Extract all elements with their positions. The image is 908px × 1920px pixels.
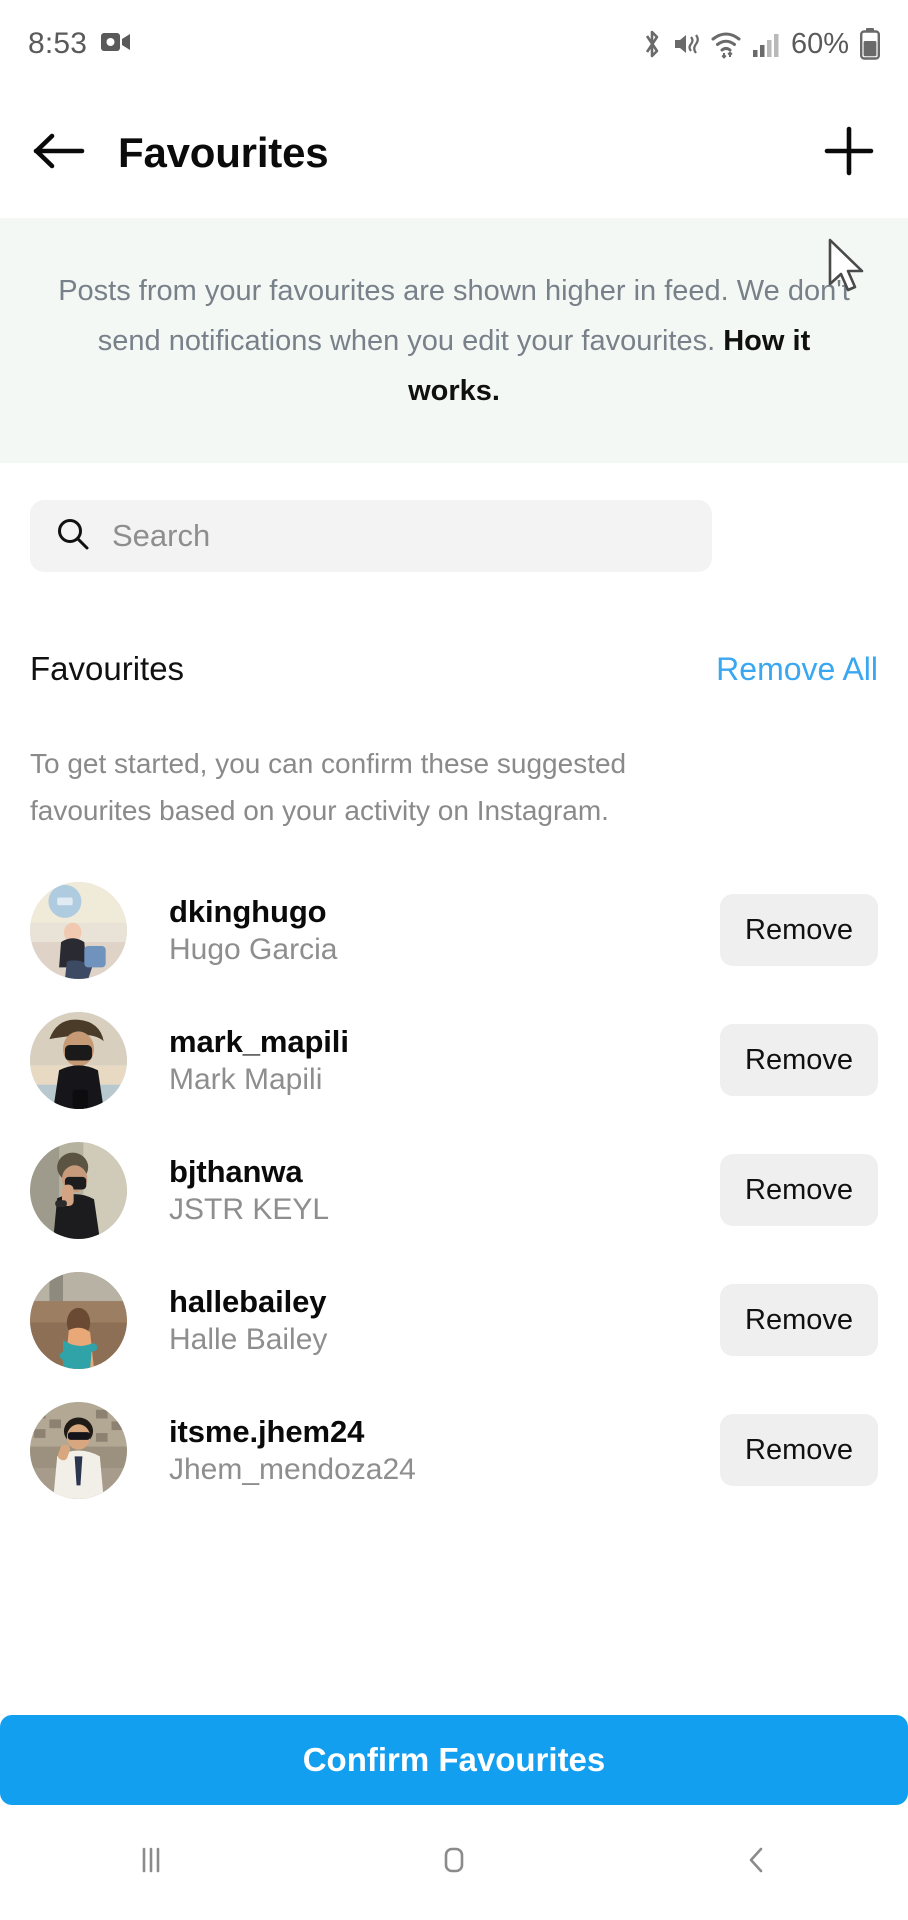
status-bar-right: 60% [641, 28, 880, 61]
remove-button[interactable]: Remove [720, 1154, 878, 1226]
avatar[interactable] [30, 1011, 127, 1109]
search-input[interactable]: Search [112, 518, 210, 554]
back-chevron-icon [738, 1841, 776, 1884]
wifi-icon [711, 29, 743, 59]
list-item[interactable]: mark_mapili Mark Mapili Remove [0, 995, 908, 1125]
user-names: mark_mapili Mark Mapili [169, 1024, 349, 1097]
fullname: Jhem_mendoza24 [169, 1452, 416, 1486]
remove-button[interactable]: Remove [720, 1284, 878, 1356]
fullname: Mark Mapili [169, 1062, 323, 1096]
section-description: To get started, you can confirm these su… [30, 748, 627, 826]
avatar[interactable] [30, 1401, 127, 1499]
recents-icon [132, 1841, 170, 1884]
list-item[interactable]: bjthanwa JSTR KEYL Remove [0, 1125, 908, 1255]
list-item[interactable]: itsme.jhem24 Jhem_mendoza24 Remove [0, 1385, 908, 1515]
avatar[interactable] [30, 1271, 127, 1369]
remove-button[interactable]: Remove [720, 894, 878, 966]
nav-back-button[interactable] [697, 1818, 817, 1908]
list-item[interactable]: hallebailey Halle Bailey Remove [0, 1255, 908, 1385]
nav-home-button[interactable] [394, 1818, 514, 1908]
avatar[interactable] [30, 1141, 127, 1239]
add-favourite-button[interactable] [818, 122, 880, 184]
home-icon [435, 1841, 473, 1884]
nav-recents-button[interactable] [91, 1818, 211, 1908]
user-names: hallebailey Halle Bailey [169, 1284, 327, 1357]
search-icon [56, 517, 90, 556]
username: mark_mapili [169, 1023, 349, 1059]
confirm-favourites-button[interactable]: Confirm Favourites [0, 1715, 908, 1805]
fullname: Halle Bailey [169, 1322, 328, 1356]
remove-all-button[interactable]: Remove All [716, 651, 878, 688]
back-arrow-icon [32, 131, 86, 176]
search-bar[interactable]: Search [30, 500, 712, 572]
avatar[interactable] [30, 881, 127, 979]
list-item[interactable]: dkinghugo Hugo Garcia Remove [0, 865, 908, 995]
favourites-list: dkinghugo Hugo Garcia Remove mark_mapili… [0, 865, 908, 1515]
status-bar-clock: 8:53 [28, 27, 88, 60]
status-bar-left: 8:53 [28, 27, 131, 61]
user-names: bjthanwa JSTR KEYL [169, 1154, 329, 1227]
info-banner: Posts from your favourites are shown hig… [0, 218, 908, 463]
mute-vibrate-icon [672, 29, 702, 59]
username: hallebailey [169, 1283, 327, 1319]
fullname: JSTR KEYL [169, 1192, 330, 1226]
section-title: Favourites [30, 650, 185, 687]
system-nav-bar [0, 1805, 908, 1920]
remove-button[interactable]: Remove [720, 1414, 878, 1486]
app-bar: Favourites [0, 88, 908, 218]
status-bar: 8:53 60% [0, 0, 908, 88]
remove-button[interactable]: Remove [720, 1024, 878, 1096]
fullname: Hugo Garcia [169, 932, 338, 966]
back-button[interactable] [28, 122, 90, 184]
battery-percent-label: 60% [790, 27, 849, 60]
username: bjthanwa [169, 1153, 303, 1189]
bluetooth-icon [641, 29, 663, 59]
username: itsme.jhem24 [169, 1413, 365, 1449]
user-names: itsme.jhem24 Jhem_mendoza24 [169, 1414, 416, 1487]
section-header: Favourites Remove All [0, 650, 908, 688]
page-title: Favourites [118, 129, 329, 176]
phone-screen: 8:53 60% Favourites Posts from your favo… [0, 0, 908, 1920]
cellular-signal-icon [752, 30, 780, 58]
username: dkinghugo [169, 893, 327, 929]
user-names: dkinghugo Hugo Garcia [169, 894, 337, 967]
video-camera-icon [101, 31, 131, 58]
battery-icon [860, 28, 880, 60]
info-banner-text: Posts from your favourites are shown hig… [58, 266, 850, 416]
plus-icon [822, 124, 876, 183]
